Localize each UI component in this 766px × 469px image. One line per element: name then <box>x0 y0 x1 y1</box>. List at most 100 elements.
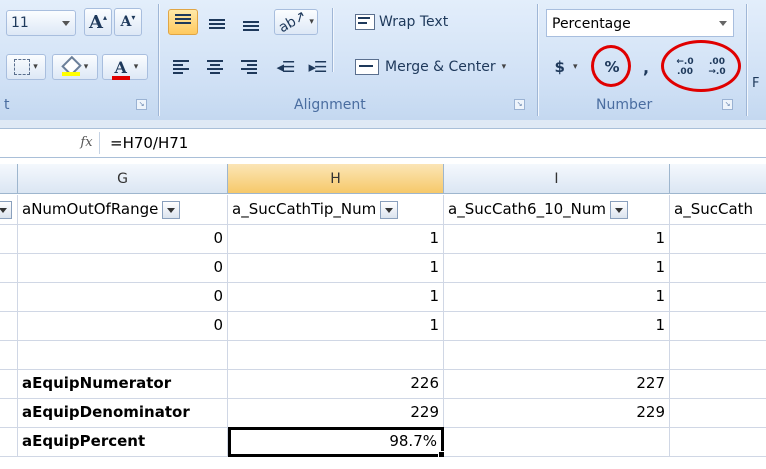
align-middle-button[interactable] <box>202 9 232 35</box>
cell-i-4[interactable]: 1 <box>444 311 670 341</box>
grow-font-icon: A <box>89 11 103 33</box>
alignment-dialog-launcher-icon[interactable]: ↘ <box>514 99 525 110</box>
alignment-group-label: Alignment <box>294 97 366 113</box>
cell-g-3[interactable]: 0 <box>18 282 228 312</box>
cell-h-numerator[interactable]: 226 <box>228 369 444 399</box>
cell-i-empty[interactable] <box>444 340 670 370</box>
align-right-button[interactable] <box>234 54 264 80</box>
cell-g-percent[interactable]: aEquipPercent <box>18 427 228 457</box>
cell-h-denominator[interactable]: 229 <box>228 398 444 428</box>
font-group-label: t <box>4 97 10 113</box>
merge-center-button[interactable]: Merge & Center ▾ <box>348 54 530 80</box>
wrap-text-button[interactable]: Wrap Text <box>340 9 466 35</box>
column-header-g[interactable]: G <box>18 164 228 194</box>
cell-h-3[interactable]: 1 <box>228 282 444 312</box>
row-stub <box>0 224 18 254</box>
next-group-edge: F <box>752 76 760 91</box>
worksheet-grid: aNumOutOfRange a_SucCathTip_Num a_SucCat… <box>0 195 766 469</box>
chevron-down-icon: ▾ <box>309 17 314 27</box>
column-header-i[interactable]: I <box>444 164 670 194</box>
insert-function-icon[interactable]: fx <box>74 132 100 154</box>
cell-next-percent[interactable] <box>670 427 766 457</box>
cell-i-2[interactable]: 1 <box>444 253 670 283</box>
fill-color-button[interactable]: ▾ <box>52 54 98 80</box>
cell-next-empty[interactable] <box>670 340 766 370</box>
borders-button[interactable]: ▾ <box>6 54 46 80</box>
row-stub <box>0 282 18 312</box>
percent-highlight-circle <box>591 45 631 87</box>
paint-bucket-icon <box>60 55 82 77</box>
cell-h-1[interactable]: 1 <box>228 224 444 254</box>
border-icon <box>14 59 31 75</box>
filter-dropdown-icon[interactable] <box>610 200 628 219</box>
align-right-icon <box>241 60 257 74</box>
grow-font-button[interactable]: A ▴ <box>84 8 112 36</box>
filter-dropdown-icon[interactable] <box>162 200 181 219</box>
number-format-dropdown[interactable]: Percentage <box>546 9 734 37</box>
decrease-indent-icon: ◂☰ <box>276 58 296 76</box>
cell-i-percent[interactable] <box>444 427 670 457</box>
formula-input[interactable]: =H70/H71 <box>110 129 188 157</box>
cell-g-empty[interactable] <box>18 340 228 370</box>
cell-g-2[interactable]: 0 <box>18 253 228 283</box>
cell-g-1[interactable]: 0 <box>18 224 228 254</box>
filter-dropdown-stub[interactable] <box>0 195 18 225</box>
cell-next-numerator[interactable] <box>670 369 766 399</box>
chevron-down-icon: ▾ <box>501 62 507 72</box>
align-center-icon <box>207 60 223 74</box>
number-group-label: Number <box>596 97 653 113</box>
cell-next-3[interactable] <box>670 282 766 312</box>
number-dialog-launcher-icon[interactable]: ↘ <box>722 99 733 110</box>
currency-icon: $ <box>554 58 565 76</box>
cell-g-numerator[interactable]: aEquipNumerator <box>18 369 228 399</box>
column-header-stub <box>0 164 18 194</box>
cell-i-numerator[interactable]: 227 <box>444 369 670 399</box>
comma-style-button[interactable]: , <box>636 53 656 81</box>
chevron-down-icon: ▾ <box>133 62 139 72</box>
column-header-h[interactable]: H <box>228 164 444 194</box>
filter-dropdown-icon[interactable] <box>380 200 399 219</box>
decrease-indent-button[interactable]: ◂☰ <box>270 54 300 80</box>
row-stub <box>0 427 18 457</box>
header-label-h: a_SucCathTip_Num <box>232 200 377 218</box>
header-cell-next[interactable]: a_SucCath <box>670 195 766 225</box>
align-top-button[interactable] <box>168 9 198 35</box>
cell-g-4[interactable]: 0 <box>18 311 228 341</box>
cell-next-2[interactable] <box>670 253 766 283</box>
formula-bar: fx =H70/H71 <box>0 128 766 158</box>
header-label-i: a_SucCath6_10_Num <box>448 200 606 218</box>
align-center-button[interactable] <box>200 54 230 80</box>
group-separator <box>332 8 333 72</box>
align-bottom-button[interactable] <box>236 9 266 35</box>
chevron-down-icon <box>719 21 727 26</box>
orientation-icon: ab↗ <box>276 7 310 37</box>
font-color-button[interactable]: A ▾ <box>102 54 148 80</box>
accounting-format-button[interactable]: $ ▾ <box>546 53 586 81</box>
align-left-button[interactable] <box>166 54 196 80</box>
row-stub <box>0 311 18 341</box>
cell-h-4[interactable]: 1 <box>228 311 444 341</box>
cell-i-1[interactable]: 1 <box>444 224 670 254</box>
cell-h-2[interactable]: 1 <box>228 253 444 283</box>
cell-next-4[interactable] <box>670 311 766 341</box>
cell-i-denominator[interactable]: 229 <box>444 398 670 428</box>
merge-center-label: Merge & Center <box>385 59 496 75</box>
header-cell-g[interactable]: aNumOutOfRange <box>18 195 228 225</box>
font-dialog-launcher-icon[interactable]: ↘ <box>136 99 147 110</box>
cell-next-1[interactable] <box>670 224 766 254</box>
font-color-icon: A <box>111 58 130 80</box>
wrap-text-label: Wrap Text <box>379 14 449 30</box>
increase-indent-button[interactable]: ▸☰ <box>302 54 332 80</box>
active-cell-h-percent[interactable]: 98.7% <box>228 427 444 457</box>
cell-i-3[interactable]: 1 <box>444 282 670 312</box>
font-size-dropdown[interactable]: 11 <box>6 10 76 36</box>
row-stub <box>0 253 18 283</box>
orientation-button[interactable]: ab↗ ▾ <box>274 7 318 37</box>
header-cell-h[interactable]: a_SucCathTip_Num <box>228 195 444 225</box>
cell-g-denominator[interactable]: aEquipDenominator <box>18 398 228 428</box>
cell-next-denominator[interactable] <box>670 398 766 428</box>
cell-h-empty[interactable] <box>228 340 444 370</box>
shrink-font-button[interactable]: A ▾ <box>114 8 142 36</box>
column-header-next[interactable] <box>670 164 766 194</box>
header-cell-i[interactable]: a_SucCath6_10_Num <box>444 195 670 225</box>
